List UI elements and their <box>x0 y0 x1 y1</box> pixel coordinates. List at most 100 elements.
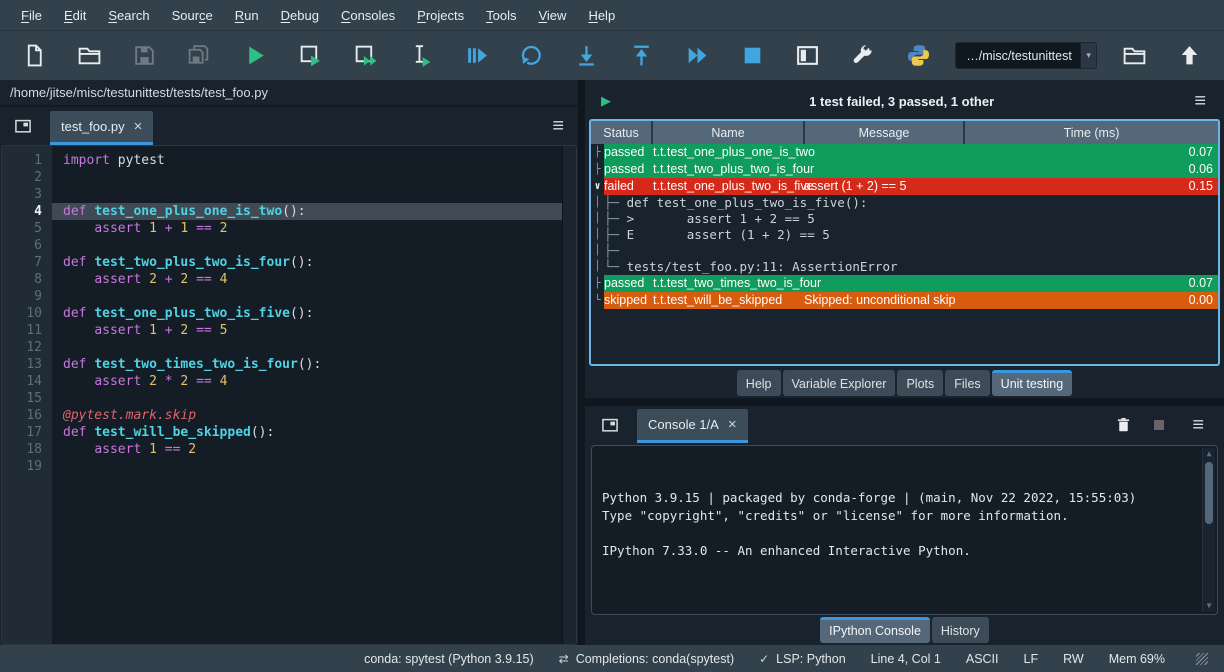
test-row-skipped[interactable]: └skippedt.t.test_will_be_skippedSkipped:… <box>591 292 1218 309</box>
editor-tab-test-foo[interactable]: test_foo.py × <box>50 111 153 145</box>
console-scrollbar[interactable]: ▲ ▼ <box>1202 448 1215 612</box>
code-line-15[interactable] <box>52 390 562 407</box>
ipython-console-output[interactable]: Python 3.9.15 | packaged by conda-forge … <box>591 445 1218 615</box>
editor-options-menu-icon[interactable]: ≡ <box>546 116 570 136</box>
line-number[interactable]: 5 <box>2 220 42 237</box>
line-number[interactable]: 9 <box>2 288 42 305</box>
close-icon[interactable]: × <box>134 119 143 134</box>
column-header-time-ms-[interactable]: Time (ms) <box>965 121 1218 144</box>
working-directory-combobox[interactable]: …/misc/testunittest▾ <box>955 42 1097 69</box>
editor-scrollflag-area[interactable] <box>562 146 576 644</box>
code-line-14[interactable]: assert 2 * 2 == 4 <box>52 373 562 390</box>
code-editor[interactable]: 12345678910111213141516171819 import pyt… <box>1 145 577 645</box>
run-cell-button[interactable] <box>288 37 332 75</box>
resize-grip-icon[interactable] <box>1196 653 1208 665</box>
code-line-11[interactable]: assert 1 + 2 == 5 <box>52 322 562 339</box>
browse-tabs-icon[interactable] <box>595 410 625 440</box>
code-line-3[interactable] <box>52 186 562 203</box>
column-header-name[interactable]: Name <box>653 121 805 144</box>
run-selection-button[interactable] <box>399 37 443 75</box>
code-line-8[interactable]: assert 2 + 2 == 4 <box>52 271 562 288</box>
save-all-button[interactable] <box>178 37 222 75</box>
vertical-splitter[interactable] <box>578 80 585 645</box>
unit-testing-options-menu-icon[interactable]: ≡ <box>1188 91 1212 111</box>
code-line-16[interactable]: @pytest.mark.skip <box>52 407 562 424</box>
interrupt-kernel-icon[interactable] <box>1154 420 1164 430</box>
debug-step-over-button[interactable] <box>509 37 553 75</box>
code-line-12[interactable] <box>52 339 562 356</box>
menu-file[interactable]: File <box>10 8 53 23</box>
run-tests-icon[interactable]: ▶ <box>597 93 615 109</box>
menu-run[interactable]: Run <box>224 8 270 23</box>
code-line-6[interactable] <box>52 237 562 254</box>
browse-tabs-icon[interactable] <box>8 111 38 141</box>
run-cell-advance-button[interactable] <box>344 37 388 75</box>
maximize-pane-button[interactable] <box>786 37 830 75</box>
tab-files[interactable]: Files <box>945 370 989 396</box>
chevron-down-icon[interactable]: ▾ <box>1080 43 1097 68</box>
menu-debug[interactable]: Debug <box>270 8 330 23</box>
line-number[interactable]: 10 <box>2 305 42 322</box>
menu-projects[interactable]: Projects <box>406 8 475 23</box>
column-header-status[interactable]: Status <box>591 121 653 144</box>
line-number[interactable]: 16 <box>2 407 42 424</box>
code-line-9[interactable] <box>52 288 562 305</box>
menu-help[interactable]: Help <box>577 8 626 23</box>
line-number[interactable]: 11 <box>2 322 42 339</box>
test-row-failed[interactable]: ∨failedt.t.test_one_plus_two_is_fiveasse… <box>591 178 1218 195</box>
menu-edit[interactable]: Edit <box>53 8 97 23</box>
scrollbar-thumb[interactable] <box>1205 462 1213 524</box>
new-file-button[interactable] <box>12 37 56 75</box>
test-row-passed[interactable]: ├passedt.t.test_two_times_two_is_four0.0… <box>591 275 1218 292</box>
horizontal-splitter[interactable] <box>585 398 1224 406</box>
debug-step-out-button[interactable] <box>620 37 664 75</box>
tab-plots[interactable]: Plots <box>897 370 943 396</box>
line-number[interactable]: 19 <box>2 458 42 475</box>
tab-ipython-console[interactable]: IPython Console <box>820 617 930 643</box>
line-number[interactable]: 1 <box>2 152 42 169</box>
save-file-button[interactable] <box>123 37 167 75</box>
line-number[interactable]: 7 <box>2 254 42 271</box>
test-row-passed[interactable]: ├passedt.t.test_one_plus_one_is_two0.07 <box>591 144 1218 161</box>
menu-view[interactable]: View <box>527 8 577 23</box>
code-line-17[interactable]: def test_will_be_skipped(): <box>52 424 562 441</box>
line-number[interactable]: 15 <box>2 390 42 407</box>
scroll-down-icon[interactable]: ▼ <box>1207 600 1212 612</box>
code-line-13[interactable]: def test_two_times_two_is_four(): <box>52 356 562 373</box>
open-file-button[interactable] <box>67 37 111 75</box>
column-header-message[interactable]: Message <box>805 121 965 144</box>
python-path-manager-button[interactable] <box>896 37 940 75</box>
code-line-19[interactable] <box>52 458 562 475</box>
debug-continue-button[interactable] <box>675 37 719 75</box>
menu-search[interactable]: Search <box>97 8 160 23</box>
line-number[interactable]: 8 <box>2 271 42 288</box>
code-line-1[interactable]: import pytest <box>52 152 562 169</box>
menu-tools[interactable]: Tools <box>475 8 527 23</box>
run-file-button[interactable] <box>233 37 277 75</box>
line-number[interactable]: 17 <box>2 424 42 441</box>
tab-variable-explorer[interactable]: Variable Explorer <box>783 370 896 396</box>
tab-help[interactable]: Help <box>737 370 781 396</box>
close-icon[interactable]: × <box>728 417 737 432</box>
console-options-menu-icon[interactable]: ≡ <box>1186 415 1210 435</box>
tab-history[interactable]: History <box>932 617 989 643</box>
tab-unit-testing[interactable]: Unit testing <box>992 370 1073 396</box>
line-number[interactable]: 12 <box>2 339 42 356</box>
code-line-2[interactable] <box>52 169 562 186</box>
parent-directory-button[interactable] <box>1168 37 1212 75</box>
menu-source[interactable]: Source <box>161 8 224 23</box>
remove-console-icon[interactable] <box>1115 416 1132 433</box>
line-number[interactable]: 6 <box>2 237 42 254</box>
preferences-button[interactable] <box>841 37 885 75</box>
code-line-10[interactable]: def test_one_plus_two_is_five(): <box>52 305 562 322</box>
debug-file-button[interactable] <box>454 37 498 75</box>
code-line-18[interactable]: assert 1 == 2 <box>52 441 562 458</box>
code-line-7[interactable]: def test_two_plus_two_is_four(): <box>52 254 562 271</box>
debug-stop-button[interactable] <box>730 37 774 75</box>
code-area[interactable]: import pytestdef test_one_plus_one_is_tw… <box>52 146 562 644</box>
line-number[interactable]: 18 <box>2 441 42 458</box>
line-number[interactable]: 13 <box>2 356 42 373</box>
open-working-directory-button[interactable] <box>1112 37 1156 75</box>
line-number[interactable]: 2 <box>2 169 42 186</box>
line-number-gutter[interactable]: 12345678910111213141516171819 <box>2 146 52 644</box>
